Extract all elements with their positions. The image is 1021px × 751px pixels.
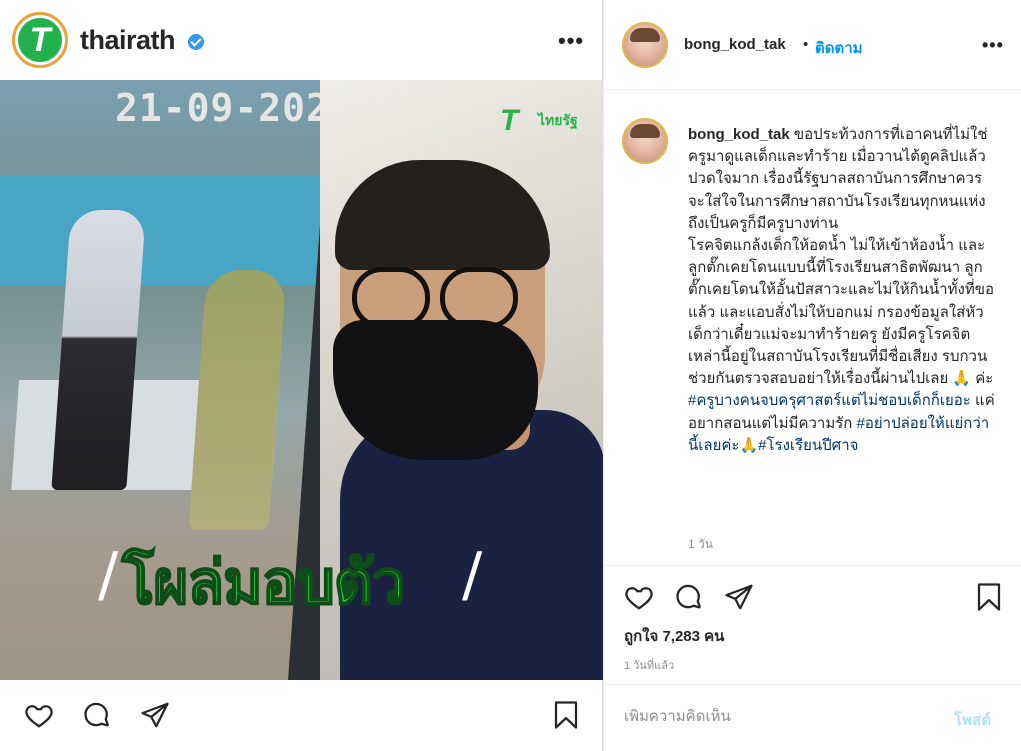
comment-button[interactable] [674,582,704,612]
caption-timestamp: 1 วัน [688,537,713,551]
headline-slash-right: / [462,540,483,610]
post-header: T thairath ••• [0,0,602,80]
thairath-logo: T [18,18,62,62]
classroom-wall [0,175,324,285]
post-details-pane: bong_kod_tak • ติดตาม ••• bong_kod_tak ข… [604,0,1021,751]
thairath-watermark-logo: T [500,104,519,137]
comment-icon [84,702,109,727]
hashtag-link[interactable]: #ครูบางคนจบครุศาสตร์แต่ไม่ชอบเด็กก็เยอะ [688,392,971,409]
caption-emoji: 🙏 [739,436,759,454]
share-button[interactable] [724,582,754,612]
like-button[interactable] [624,582,654,612]
headline-slash-left: / [98,540,119,610]
like-button[interactable] [24,700,54,730]
more-options-icon[interactable]: ••• [558,30,584,52]
follow-button[interactable]: ติดตาม [815,36,863,60]
cctv-person-woman [188,270,287,530]
cctv-date-overlay: 21-09-202 [115,86,330,130]
author-username[interactable]: bong_kod_tak [684,36,786,53]
share-icon [725,584,753,610]
heart-icon [625,587,653,610]
bookmark-icon [977,583,1001,611]
save-button[interactable] [551,700,581,730]
more-options-icon[interactable]: ••• [982,36,1004,54]
likes-count[interactable]: ถูกใจ 7,283 คน [624,624,724,648]
caption-text: bong_kod_tak ขอประท้วงการที่เอาคนที่ไม่ใ… [688,124,998,457]
image-headline: โผล่มอบตัว [121,547,406,619]
header-separator: • [803,36,809,53]
details-header: bong_kod_tak • ติดตาม ••• [604,0,1021,90]
share-button[interactable] [140,700,170,730]
post-media-pane: T thairath ••• 21-09-202 T ไทยรัฐ / โผล่… [0,0,603,751]
actions-divider [604,565,1021,566]
bookmark-icon [554,701,578,729]
caption-username[interactable]: bong_kod_tak [688,126,790,143]
post-comment-button[interactable]: โพสต์ [954,708,991,732]
verified-badge-icon [188,34,204,50]
profile-avatar[interactable]: T [12,12,68,68]
save-button[interactable] [974,582,1004,612]
comment-button[interactable] [82,700,112,730]
comment-divider [604,684,1021,685]
share-icon [141,702,169,728]
thairath-watermark-text: ไทยรัฐ [538,113,578,129]
post-image[interactable]: 21-09-202 T ไทยรัฐ / โผล่มอบตัว / [0,80,603,680]
caption-body-2: โรคจิตแกล้งเด็กให้อดน้ำ ไม่ให้เข้าห้องน้… [688,237,994,388]
caption-avatar[interactable] [622,118,668,164]
post-username[interactable]: thairath [80,25,176,56]
author-avatar[interactable] [622,22,668,68]
posted-time: 1 วันที่แล้ว [624,660,675,672]
heart-icon [25,705,53,728]
hashtag-link[interactable]: #โรงเรียนปีศาจ [758,437,858,454]
comment-input[interactable] [624,708,924,725]
comment-icon [676,584,701,609]
